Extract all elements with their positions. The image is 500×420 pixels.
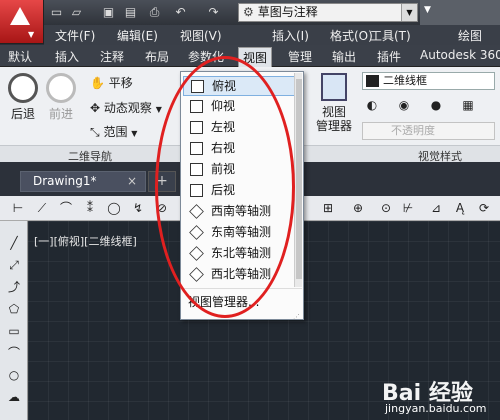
- zoom-back-icon: [8, 73, 38, 103]
- workspace-selector[interactable]: ⚙ 草图与注释 ▼: [238, 3, 418, 22]
- menu-view[interactable]: 视图(V): [180, 27, 222, 44]
- watermark-url: jingyan.baidu.com: [385, 402, 487, 415]
- extent-button[interactable]: ⤡ 范围 ▼: [90, 123, 137, 140]
- view-manager-icon: [321, 73, 347, 101]
- tab-plugins[interactable]: 插件: [377, 48, 401, 65]
- construction-line-icon[interactable]: ⤢: [6, 257, 22, 273]
- new-file-icon[interactable]: ▭: [48, 4, 65, 20]
- center-mark-icon[interactable]: ⊕: [350, 200, 366, 216]
- quick-access-customize[interactable]: ▼: [420, 0, 500, 25]
- dim-update-icon[interactable]: ⟳: [476, 200, 492, 216]
- save-as-icon[interactable]: ▤: [122, 4, 139, 20]
- tab-layout[interactable]: 布局: [145, 48, 169, 65]
- zoom-extents-icon: ⤡: [90, 125, 100, 139]
- back-button[interactable]: 后退: [6, 73, 40, 122]
- wireframe-swatch-icon: [366, 75, 379, 87]
- tab-insert[interactable]: 插入: [55, 48, 79, 65]
- hand-icon: ✋: [90, 76, 105, 90]
- forward-button[interactable]: 前进: [44, 73, 78, 122]
- draw-toolbar: ╱ ⤢ ⤴ ⬠ ▭ ⌒ ○ ☁: [0, 221, 28, 420]
- tab-manage[interactable]: 管理: [288, 48, 312, 65]
- linear-dimension-icon[interactable]: ⊢: [10, 200, 26, 216]
- tab-default[interactable]: 默认: [8, 48, 32, 65]
- viewport-controls-label[interactable]: [一][俯视][二维线框]: [34, 233, 137, 249]
- drawing-tab[interactable]: Drawing1* ×: [20, 171, 146, 192]
- revision-cloud-icon[interactable]: ☁: [6, 389, 22, 405]
- menu-bar: 文件(F) 编辑(E) 视图(V) 插入(I) 格式(O) 工具(T) 绘图: [44, 25, 500, 45]
- edit-dimension-icon[interactable]: ⊿: [428, 200, 444, 216]
- tab-output[interactable]: 输出: [332, 48, 356, 65]
- application-menu-button[interactable]: ▼: [0, 0, 44, 44]
- jogged-linear-icon[interactable]: ⊬: [400, 200, 416, 216]
- print-icon[interactable]: ⎙: [146, 4, 163, 20]
- menu-draw[interactable]: 绘图: [458, 27, 482, 44]
- workspace-label: 草图与注释: [257, 5, 318, 19]
- menu-file[interactable]: 文件(F): [55, 27, 95, 44]
- chevron-down-icon: ▼: [131, 129, 138, 138]
- menu-format[interactable]: 格式(O): [330, 27, 373, 44]
- highlight-annotation: [155, 56, 295, 318]
- material-icon[interactable]: ◉: [396, 97, 412, 113]
- tolerance-icon[interactable]: ⊞: [320, 200, 336, 216]
- close-icon[interactable]: ×: [127, 172, 137, 191]
- radius-icon[interactable]: ◯: [106, 200, 122, 216]
- line-icon[interactable]: ╱: [6, 235, 22, 251]
- arc-length-icon[interactable]: ⌒: [58, 200, 74, 216]
- texture-icon[interactable]: ▦: [460, 97, 476, 113]
- ordinate-icon[interactable]: ⁑: [82, 200, 98, 216]
- visual-style-value: 二维线框: [383, 74, 427, 87]
- aligned-dimension-icon[interactable]: ⟋: [34, 200, 50, 216]
- visual-style-select[interactable]: 二维线框: [362, 72, 495, 90]
- polyline-icon[interactable]: ⤴: [6, 279, 22, 295]
- resize-grip-icon[interactable]: ⋰: [293, 313, 300, 321]
- save-icon[interactable]: ▣: [100, 4, 117, 20]
- chevron-down-icon: ▼: [424, 5, 431, 15]
- chevron-down-icon[interactable]: ▼: [401, 4, 417, 21]
- shade-icon[interactable]: ◐: [364, 97, 380, 113]
- arc-icon[interactable]: ⌒: [6, 345, 22, 361]
- jogged-icon[interactable]: ↯: [130, 200, 146, 216]
- extent-label: 范围: [103, 125, 128, 139]
- scrollbar-thumb[interactable]: [296, 79, 302, 279]
- orbit-icon: ✥: [90, 101, 101, 115]
- undo-icon[interactable]: ↶: [172, 4, 189, 20]
- tab-annotate[interactable]: 注释: [100, 48, 124, 65]
- circle-icon[interactable]: ○: [6, 367, 22, 383]
- dropdown-scrollbar[interactable]: [294, 73, 302, 287]
- open-folder-icon[interactable]: ▱: [68, 4, 85, 20]
- zoom-forward-icon: [46, 73, 76, 103]
- sphere-icon[interactable]: ●: [428, 97, 444, 113]
- rectangle-icon[interactable]: ▭: [6, 323, 22, 339]
- view-manager-label: 视图 管理器: [315, 105, 352, 133]
- chevron-down-icon: ▼: [28, 30, 35, 39]
- tab-autodesk-360[interactable]: Autodesk 360: [420, 48, 500, 62]
- orbit-button[interactable]: ✥ 动态观察 ▼: [90, 99, 162, 116]
- chevron-down-icon: ▼: [155, 105, 162, 114]
- pan-label: 平移: [108, 76, 133, 90]
- menu-insert[interactable]: 插入(I): [272, 27, 309, 44]
- autocad-logo-icon: [10, 7, 30, 25]
- polygon-icon[interactable]: ⬠: [6, 301, 22, 317]
- dim-text-edit-icon[interactable]: Ą: [452, 200, 468, 216]
- gear-icon: ⚙: [243, 5, 254, 19]
- redo-icon[interactable]: ↷: [205, 4, 222, 20]
- pan-button[interactable]: ✋ 平移: [90, 74, 133, 91]
- transparency-label: 不透明度: [391, 124, 435, 137]
- transparency-field[interactable]: 不透明度: [362, 122, 495, 140]
- drawing-tab-label: Drawing1*: [33, 174, 97, 188]
- menu-tools[interactable]: 工具(T): [370, 27, 411, 44]
- view-manager-button[interactable]: 视图 管理器: [308, 70, 360, 142]
- back-label: 后退: [10, 107, 35, 121]
- inspect-icon[interactable]: ⊙: [378, 200, 394, 216]
- menu-edit[interactable]: 编辑(E): [117, 27, 158, 44]
- forward-label: 前进: [48, 107, 73, 121]
- orbit-label: 动态观察: [103, 101, 152, 115]
